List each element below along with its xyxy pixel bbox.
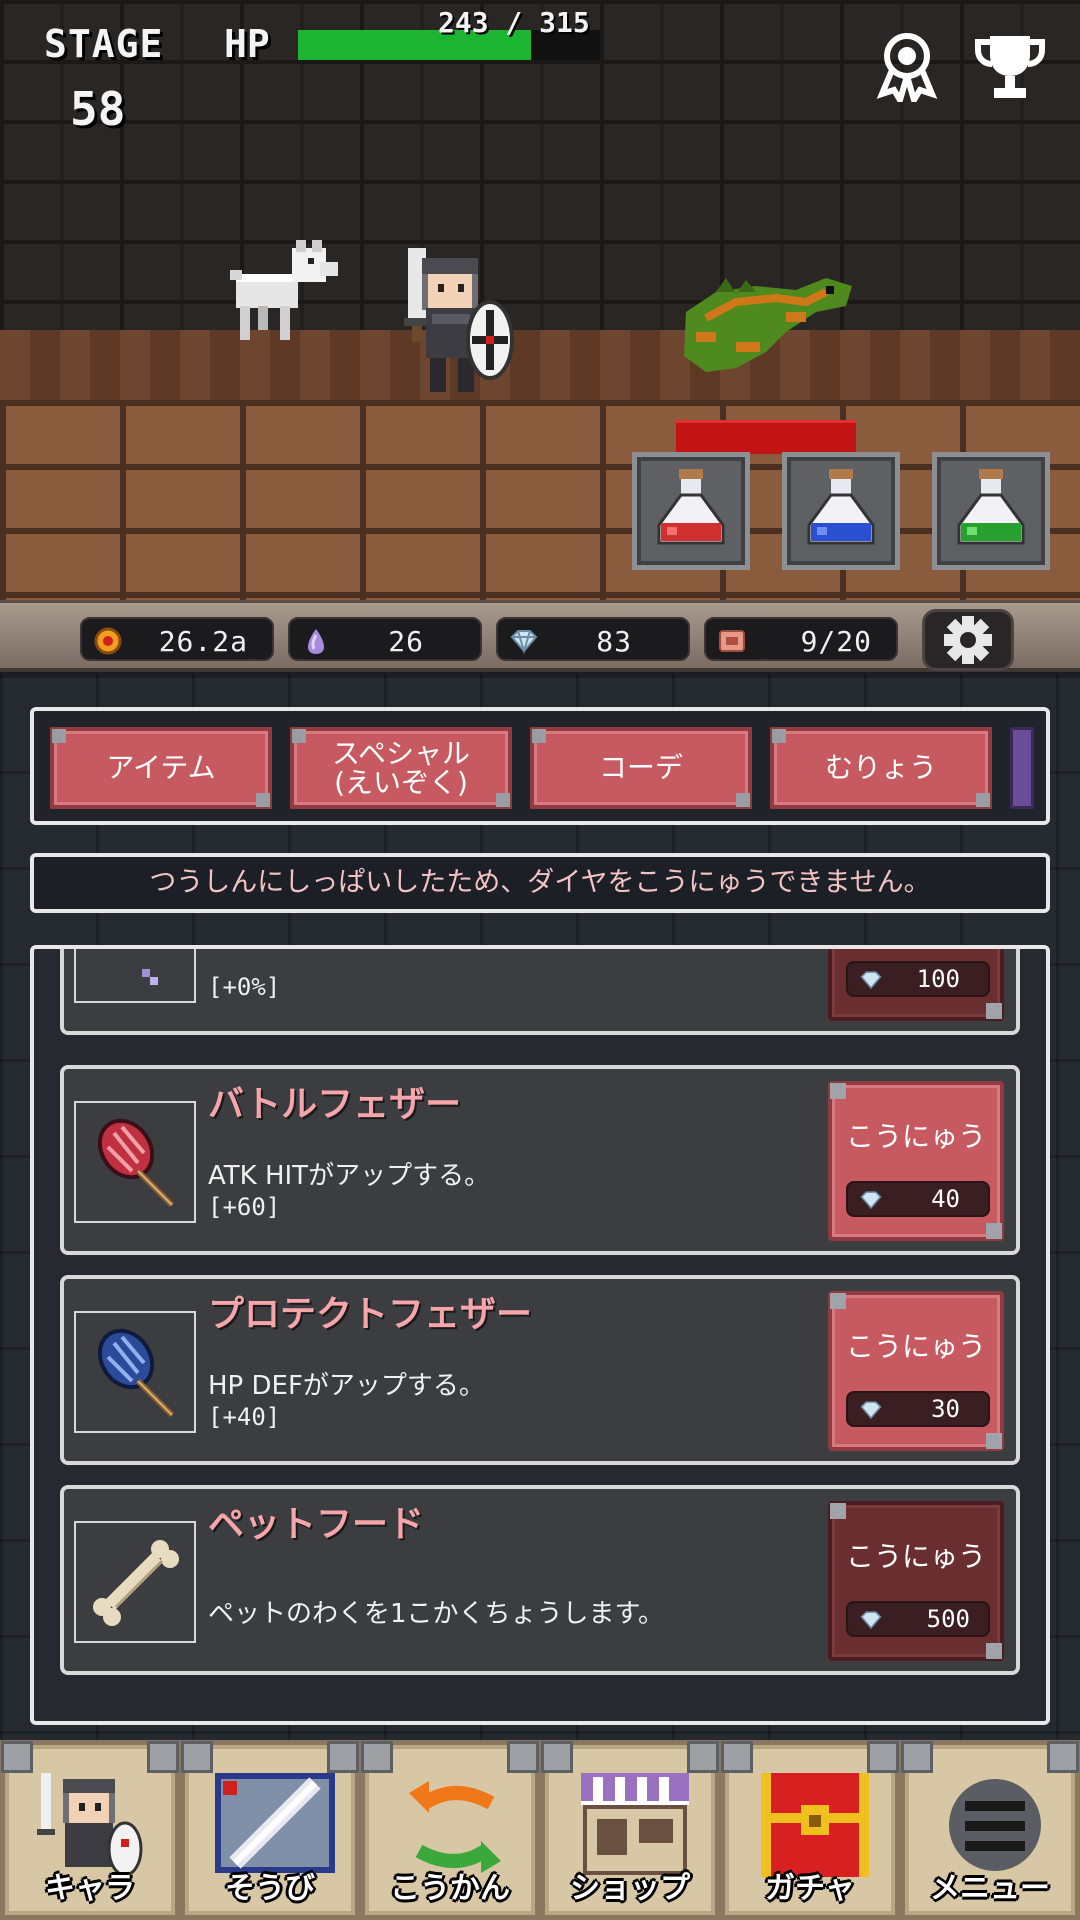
item-name: ペットフード — [208, 1504, 425, 1545]
gear-icon — [944, 616, 992, 664]
dungeon-floor — [0, 330, 1080, 400]
shop-panel: アイテム スペシャル (えいぞく) コーデ むりょう つうしんにしっぱいしたため… — [0, 675, 1080, 1740]
diamond-icon — [860, 971, 882, 990]
dungeon-foreground-bricks — [0, 400, 1080, 600]
price-tag: 500 — [846, 1601, 990, 1637]
connection-error-notice: つうしんにしっぱいしたため、ダイヤをこうにゅうできません。 — [30, 853, 1050, 913]
player-knight-sprite — [404, 248, 514, 392]
tab-special[interactable]: スペシャル (えいぞく) — [290, 727, 512, 809]
price-value: 100 — [916, 965, 960, 993]
pet-dog-sprite — [230, 240, 338, 340]
list-item: [+0%] 100 — [60, 949, 1020, 1035]
item-bonus: [+0%] — [208, 973, 281, 1001]
nav-equipment-label: そうび — [225, 1871, 315, 1906]
stage-label: STAGE — [44, 22, 164, 66]
player-hp-text: 243 / 315 — [438, 6, 590, 39]
price-tag: 40 — [846, 1181, 990, 1217]
buy-button-label: こうにゅう — [845, 1120, 986, 1153]
nav-menu-button[interactable]: メニュー — [900, 1740, 1080, 1920]
gold-coin-icon — [94, 627, 122, 655]
nav-equipment-button[interactable]: そうび — [180, 1740, 360, 1920]
nav-menu-label: メニュー — [930, 1871, 1050, 1906]
hp-label: HP — [224, 22, 270, 66]
ticket-counter: 9/20 — [704, 617, 898, 661]
buy-button[interactable]: こうにゅう 500 — [828, 1501, 1004, 1661]
blue-feather-icon — [97, 1328, 175, 1418]
item-description: ペットのわくを1こかくちょうします。 — [208, 1599, 664, 1629]
list-item: バトルフェザー ATK HITがアップする。 [+60] こうにゅう 40 — [60, 1065, 1020, 1255]
stage-number: 58 — [70, 82, 126, 136]
blue-potion-icon — [807, 469, 875, 545]
soul-counter: 26 — [288, 617, 482, 661]
price-tag: 30 — [846, 1391, 990, 1427]
buy-button[interactable]: こうにゅう 30 — [828, 1291, 1004, 1451]
red-potion-button[interactable] — [632, 452, 750, 570]
red-potion-icon — [657, 469, 725, 545]
item-description: HP DEFがアップする。 — [208, 1371, 485, 1401]
tab-free[interactable]: むりょう — [770, 727, 992, 809]
tab-next-partial[interactable] — [1010, 727, 1034, 809]
bottom-navigation: キャラ そうび こうかん ショップ ガチャ メニュー — [0, 1740, 1080, 1920]
price-value: 500 — [926, 1605, 970, 1633]
purple-crystal-icon — [308, 629, 324, 654]
red-feather-icon — [97, 1118, 175, 1208]
nav-shop-button[interactable]: ショップ — [540, 1740, 720, 1920]
nav-gacha-label: ガチャ — [765, 1871, 855, 1906]
item-icon-frame — [74, 1311, 196, 1433]
item-bonus: [+40] — [208, 1403, 281, 1431]
buy-button-label: こうにゅう — [845, 1330, 986, 1363]
green-potion-button[interactable] — [932, 452, 1050, 570]
medal-icon[interactable] — [872, 30, 942, 108]
nav-exchange-button[interactable]: こうかん — [360, 1740, 540, 1920]
nav-gacha-button[interactable]: ガチャ — [720, 1740, 900, 1920]
gold-value: 26.2a — [158, 625, 248, 658]
currency-bar: 26.2a 26 83 9/20 — [0, 600, 1080, 672]
item-bonus: [+60] — [208, 1193, 281, 1221]
item-name: バトルフェザー — [208, 1084, 462, 1125]
nav-shop-label: ショップ — [570, 1871, 690, 1906]
diamond-icon — [860, 1191, 882, 1210]
tab-item[interactable]: アイテム — [50, 727, 272, 809]
list-item: プロテクトフェザー HP DEFがアップする。 [+40] こうにゅう 30 — [60, 1275, 1020, 1465]
nav-character-label: キャラ — [45, 1871, 135, 1906]
shop-tabs: アイテム スペシャル (えいぞく) コーデ むりょう — [30, 707, 1050, 825]
battle-scene: STAGE 58 HP 243 / 315 — [0, 0, 1080, 600]
buy-button[interactable]: こうにゅう 40 — [828, 1081, 1004, 1241]
diamond-value: 83 — [596, 625, 632, 658]
tab-coordinate[interactable]: コーデ — [530, 727, 752, 809]
item-icon-frame — [74, 949, 196, 1003]
price-tag: 100 — [846, 961, 990, 997]
item-list[interactable]: [+0%] 100 バトルフェザー ATK HITがアップする。 [+60] こ… — [30, 945, 1050, 1725]
ticket-value: 9/20 — [800, 625, 872, 658]
green-potion-icon — [957, 469, 1025, 545]
gold-counter: 26.2a — [80, 617, 274, 661]
price-value: 40 — [931, 1185, 960, 1213]
item-icon-frame — [74, 1521, 196, 1643]
item-description: ATK HITがアップする。 — [208, 1161, 491, 1191]
item-name: プロテクトフェザー — [208, 1294, 533, 1335]
price-value: 30 — [931, 1395, 960, 1423]
bone-icon — [93, 1540, 179, 1626]
staff-icon — [142, 969, 158, 985]
buy-button[interactable]: 100 — [828, 949, 1004, 1021]
diamond-icon — [510, 630, 538, 655]
enemy-lizard-sprite — [684, 278, 852, 372]
soul-value: 26 — [388, 625, 424, 658]
buy-button-label: こうにゅう — [845, 1540, 986, 1573]
diamond-counter: 83 — [496, 617, 690, 661]
diamond-icon — [860, 1401, 882, 1420]
nav-exchange-label: こうかん — [390, 1871, 510, 1906]
trophy-icon[interactable] — [972, 30, 1045, 102]
settings-button[interactable] — [922, 609, 1014, 671]
enemy-hp-bar — [676, 420, 856, 454]
list-item: ペットフード ペットのわくを1こかくちょうします。 こうにゅう 500 — [60, 1485, 1020, 1675]
ticket-icon — [719, 630, 745, 652]
diamond-icon — [860, 1611, 882, 1630]
item-icon-frame — [74, 1101, 196, 1223]
nav-character-button[interactable]: キャラ — [0, 1740, 180, 1920]
blue-potion-button[interactable] — [782, 452, 900, 570]
